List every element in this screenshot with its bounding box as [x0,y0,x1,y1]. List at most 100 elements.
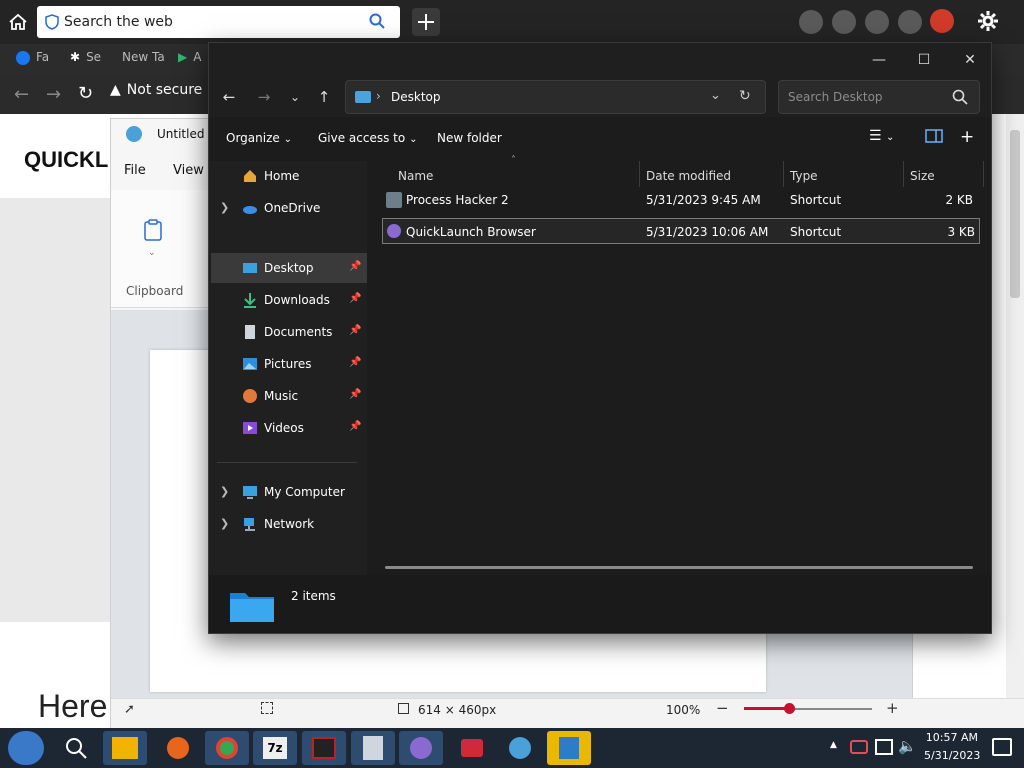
forward-icon[interactable]: → [46,84,61,105]
taskbar-firefox-icon[interactable] [155,731,199,765]
back-icon[interactable]: ← [215,83,243,111]
file-row[interactable]: Process Hacker 2 5/31/2023 9:45 AM Short… [383,187,979,213]
horizontal-scrollbar[interactable] [385,566,973,569]
volume-icon[interactable]: 🔈 [898,737,917,755]
start-button[interactable] [8,731,44,765]
taskbar-quicklaunch-icon[interactable] [399,731,443,765]
up-icon[interactable]: ↑ [310,83,338,111]
chevron-down-icon[interactable]: ⌄ [710,88,721,103]
forward-icon[interactable]: → [250,83,278,111]
notification-icon[interactable] [992,738,1012,756]
chevron-right-icon[interactable]: ❯ [220,201,229,214]
nav-item-my-computer[interactable]: ❯ My Computer [209,477,365,507]
clipboard-icon[interactable] [143,218,163,245]
taskbar-photos-icon[interactable] [547,731,591,765]
taskbar-file-explorer-icon[interactable] [103,731,147,765]
nav-item-onedrive[interactable]: ❯ OneDrive [209,193,365,223]
address-bar[interactable]: › Desktop ⌄ ↻ [345,80,766,114]
paint-menu-file[interactable]: File [124,163,146,178]
search-icon[interactable] [64,736,88,763]
close-button[interactable]: ✕ [947,49,993,71]
column-type[interactable]: Type [790,169,818,183]
pin-icon[interactable]: 📌 [349,421,361,432]
network-status-icon[interactable] [875,739,893,755]
explorer-address-row: ← → ⌄ ↑ › Desktop ⌄ ↻ Search Desktop [209,77,991,117]
clock-time[interactable]: 10:57 AM [924,731,978,744]
pin-icon[interactable]: 📌 [349,389,361,400]
breadcrumb-desktop[interactable]: Desktop [391,90,441,104]
home-icon[interactable] [6,10,30,34]
taskbar-paint-icon[interactable] [498,731,542,765]
browser-tab[interactable]: New Ta [122,50,165,64]
chevron-right-icon[interactable]: ❯ [220,485,229,498]
refresh-icon[interactable]: ↻ [739,88,751,104]
browser-search-input[interactable]: Search the web [37,6,400,38]
recording-icon[interactable] [850,740,868,754]
nav-item-downloads[interactable]: Downloads 📌 [209,285,365,315]
avatar[interactable] [930,9,954,33]
new-folder-button[interactable]: New folder [437,131,502,145]
recent-locations-icon[interactable]: ⌄ [281,83,309,111]
nav-item-pictures[interactable]: Pictures 📌 [209,349,365,379]
search-icon[interactable] [369,13,385,32]
back-icon[interactable]: ← [14,84,29,105]
favorite-star-icon[interactable] [898,10,922,34]
preview-pane-icon[interactable] [925,129,943,146]
paint-menu-view[interactable]: View [173,163,204,178]
document-icon [242,324,258,340]
explorer-search-input[interactable]: Search Desktop [778,80,980,114]
browser-tab[interactable]: Fa [16,50,49,65]
favorite-star-icon[interactable] [799,10,823,34]
nav-item-documents[interactable]: Documents 📌 [209,317,365,347]
favorite-star-icon[interactable] [865,10,889,34]
nav-item-music[interactable]: Music 📌 [209,381,365,411]
taskbar-7zip-icon[interactable]: 7z [253,731,297,765]
taskbar-recorder-icon[interactable] [450,731,494,765]
chevron-up-icon[interactable]: ▲ [830,740,837,750]
taskbar-chrome-icon[interactable] [205,731,249,765]
column-date-modified[interactable]: Date modified [646,169,731,183]
file-row[interactable]: QuickLaunch Browser 5/31/2023 10:06 AM S… [382,218,980,244]
pin-icon[interactable]: 📌 [349,325,361,336]
taskbar-archive-icon[interactable] [351,731,395,765]
gear-icon[interactable] [976,9,1000,36]
pin-icon[interactable]: 📌 [349,357,361,368]
nav-item-network[interactable]: ❯ Network [209,509,365,539]
clock-date[interactable]: 5/31/2023 [924,749,980,762]
column-name[interactable]: Name [398,169,433,183]
zoom-slider-thumb[interactable] [784,703,795,714]
column-divider[interactable] [639,161,640,187]
taskbar-media-icon[interactable] [302,731,346,765]
reload-icon[interactable]: ↻ [78,83,93,104]
search-icon[interactable] [952,89,968,108]
view-options-icon[interactable]: ☰ ⌄ [869,128,894,144]
nav-item-videos[interactable]: Videos 📌 [209,413,365,443]
zoom-out-button[interactable]: − [716,699,729,717]
chevron-down-icon: ⌄ [409,134,418,145]
pin-icon[interactable]: 📌 [349,261,361,272]
organize-menu[interactable]: Organize ⌄ [226,131,292,145]
give-access-menu[interactable]: Give access to ⌄ [318,131,417,145]
column-size[interactable]: Size [910,169,935,183]
column-divider[interactable] [783,161,784,187]
page-scrollbar[interactable] [1006,114,1024,728]
search-placeholder: Search the web [64,14,173,30]
selection-icon [261,702,273,714]
favorite-star-icon[interactable] [832,10,856,34]
chevron-right-icon[interactable]: ❯ [220,517,229,530]
browser-tab[interactable]: ✱ Se [70,50,101,64]
security-indicator[interactable]: ▲ Not secure [110,82,202,98]
pin-icon[interactable]: 📌 [349,293,361,304]
maximize-button[interactable]: ☐ [901,49,947,71]
zoom-in-button[interactable]: + [886,699,899,717]
column-divider[interactable] [903,161,904,187]
chevron-down-icon[interactable]: ⌄ [148,248,156,258]
nav-item-desktop[interactable]: Desktop 📌 [211,253,367,283]
browser-tab[interactable]: ▶ A [178,50,201,64]
add-icon[interactable]: + [960,127,974,147]
new-tab-button[interactable] [412,8,440,36]
minimize-button[interactable]: — [856,49,902,71]
scrollbar-thumb[interactable] [1010,130,1020,298]
column-divider[interactable] [983,161,984,187]
nav-item-home[interactable]: Home [209,161,365,191]
